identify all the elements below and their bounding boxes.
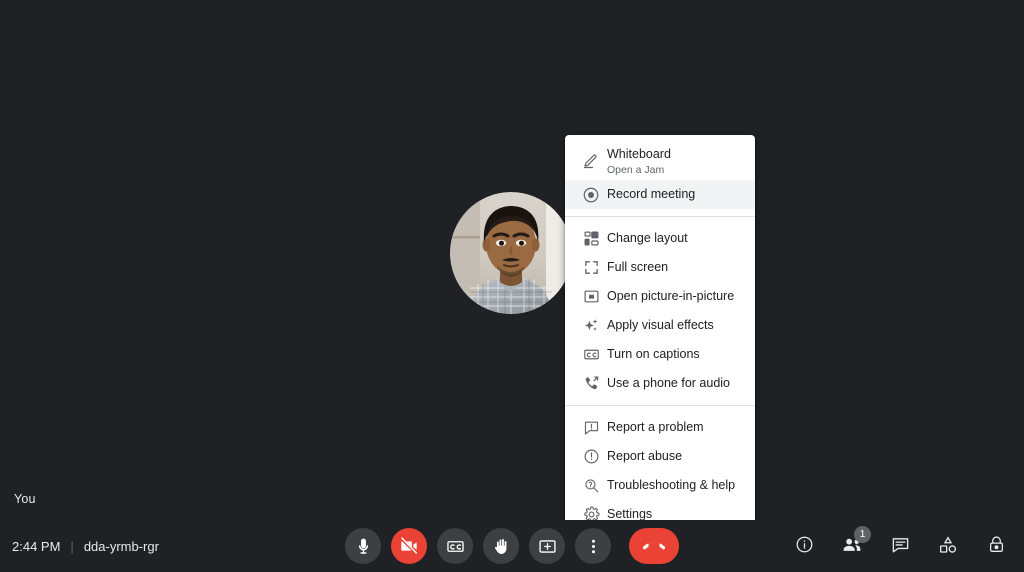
right-controls: 1 (786, 520, 1014, 572)
end-call-icon (643, 535, 665, 557)
chat-button[interactable] (882, 528, 918, 564)
bottom-toolbar: 2:44 PM | dda-yrmb-rgr 1 (0, 520, 1024, 572)
menu-item-label: Apply visual effects (607, 318, 714, 332)
menu-divider (565, 405, 755, 406)
avatar (450, 192, 572, 314)
raised-hand-icon (492, 537, 511, 556)
menu-item-change-layout[interactable]: Change layout (565, 224, 755, 253)
more-vertical-icon (584, 537, 603, 556)
menu-item-record-meeting[interactable]: Record meeting (565, 180, 755, 209)
current-time: 2:44 PM (12, 538, 61, 554)
menu-divider (565, 216, 755, 217)
menu-item-troubleshooting-help[interactable]: Troubleshooting & help (565, 471, 755, 500)
video-camera-off-icon (399, 536, 419, 556)
info-circle-icon (795, 535, 814, 557)
record-circle-icon (575, 186, 607, 204)
menu-item-label: Use a phone for audio (607, 376, 731, 390)
layout-grid-icon (575, 230, 607, 247)
video-stage: You (0, 0, 1024, 520)
captions-button[interactable] (437, 528, 473, 564)
menu-item-whiteboard[interactable]: Whiteboard Open a Jam (565, 143, 755, 180)
report-abuse-icon (575, 448, 607, 465)
fullscreen-icon (575, 259, 607, 276)
menu-item-label: Turn on captions (607, 347, 700, 361)
raise-hand-button[interactable] (483, 528, 519, 564)
menu-item-turn-on-captions[interactable]: Turn on captions (565, 340, 755, 369)
more-options-button[interactable] (575, 528, 611, 564)
lock-shield-icon (987, 535, 1006, 557)
menu-item-label: Open picture-in-picture (607, 289, 735, 303)
menu-item-label: Troubleshooting & help (607, 478, 736, 492)
meeting-code: dda-yrmb-rgr (83, 538, 159, 554)
people-button[interactable]: 1 (834, 526, 871, 564)
menu-item-use-a-phone-for-audio[interactable]: Use a phone for audio (565, 369, 755, 398)
self-name-label: You (14, 492, 36, 506)
meeting-details-button[interactable] (786, 528, 822, 564)
camera-button[interactable] (391, 528, 427, 564)
menu-item-report-a-problem[interactable]: Report a problem (565, 413, 755, 442)
menu-item-report-abuse[interactable]: Report abuse (565, 442, 755, 471)
closed-captions-icon (575, 346, 607, 363)
microphone-button[interactable] (345, 528, 381, 564)
activities-icon (938, 535, 958, 558)
present-now-button[interactable] (529, 528, 565, 564)
menu-item-label: Full screen (607, 260, 669, 274)
closed-captions-icon (446, 537, 465, 556)
participant-count-badge: 1 (854, 526, 871, 543)
more-options-menu[interactable]: Whiteboard Open a Jam Record meeting Cha… (565, 135, 755, 537)
menu-item-label: Record meeting (607, 187, 696, 201)
info-separator: | (70, 538, 74, 554)
menu-item-apply-visual-effects[interactable]: Apply visual effects (565, 311, 755, 340)
center-controls (345, 520, 679, 572)
menu-item-label: Change layout (607, 231, 688, 245)
report-problem-icon (575, 419, 607, 436)
chat-bubble-icon (891, 535, 910, 557)
menu-item-label: Whiteboard (607, 147, 671, 161)
activities-button[interactable] (930, 528, 966, 564)
sparkles-icon (575, 317, 607, 334)
menu-item-full-screen[interactable]: Full screen (565, 253, 755, 282)
present-screen-icon (538, 537, 557, 556)
self-video-tile[interactable]: You (0, 0, 1024, 520)
phone-forward-icon (575, 375, 607, 392)
meet-window: You Whiteboard Open a Jam Record meeting… (0, 0, 1024, 572)
pen-whiteboard-icon (575, 151, 607, 169)
leave-call-button[interactable] (629, 528, 679, 564)
menu-item-sublabel: Open a Jam (607, 164, 665, 176)
troubleshooting-icon (575, 477, 607, 494)
menu-item-label: Report abuse (607, 449, 683, 463)
picture-in-picture-icon (575, 288, 607, 305)
microphone-icon (354, 537, 373, 556)
menu-item-label: Report a problem (607, 420, 704, 434)
meeting-info: 2:44 PM | dda-yrmb-rgr (12, 520, 159, 572)
menu-item-picture-in-picture[interactable]: Open picture-in-picture (565, 282, 755, 311)
host-controls-button[interactable] (978, 528, 1014, 564)
